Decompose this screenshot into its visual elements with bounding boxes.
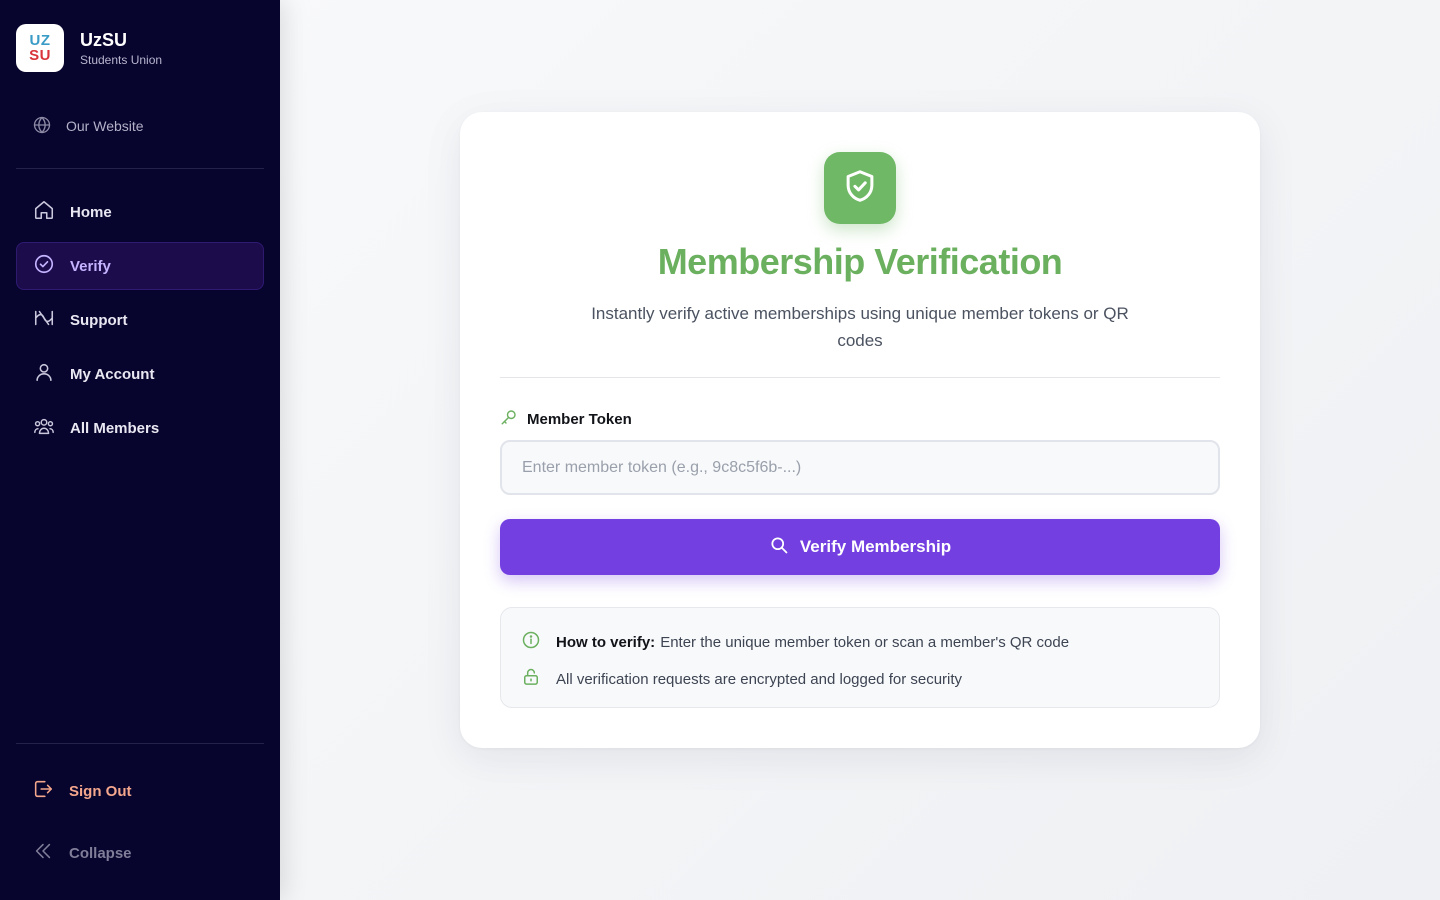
verification-card: Membership Verification Instantly verify… xyxy=(460,112,1260,748)
search-icon xyxy=(769,535,800,560)
sidebar-item-all-members[interactable]: All Members xyxy=(16,404,264,452)
page-subtitle: Instantly verify active memberships usin… xyxy=(591,304,1129,350)
how-to-verify-text: Enter the unique member token or scan a … xyxy=(660,633,1070,651)
sidebar-item-my-account[interactable]: My Account xyxy=(16,350,264,398)
sidebar-item-support[interactable]: Support xyxy=(16,296,264,344)
sidebar-item-label: Support xyxy=(70,311,128,329)
info-icon xyxy=(521,630,556,654)
card-divider xyxy=(500,377,1220,378)
sign-out-button[interactable]: Sign Out xyxy=(16,768,264,814)
sidebar-divider xyxy=(16,743,264,744)
sign-out-label: Sign Out xyxy=(69,782,132,800)
logo-line-1: UZ xyxy=(29,32,51,49)
sidebar-item-label: All Members xyxy=(70,419,160,437)
page-title: Membership Verification xyxy=(657,241,1063,282)
home-icon xyxy=(33,199,70,225)
sidebar-nav: Home Verify Support My Account All Membe… xyxy=(16,188,264,458)
member-token-label-text: Member Token xyxy=(527,410,632,428)
member-token-label: Member Token xyxy=(500,408,632,430)
collapse-label: Collapse xyxy=(69,844,132,862)
security-note-text: All verification requests are encrypted … xyxy=(556,670,963,688)
how-to-verify-row: How to verify: Enter the unique member t… xyxy=(521,630,1069,654)
sidebar-item-label: My Account xyxy=(70,365,155,383)
our-website-label: Our Website xyxy=(66,118,144,134)
sidebar-divider xyxy=(16,168,264,169)
key-icon xyxy=(500,408,527,430)
logo: UZ SU xyxy=(16,24,64,72)
info-box: How to verify: Enter the unique member t… xyxy=(500,607,1220,708)
brand-text: UzSU Students Union xyxy=(80,29,162,68)
users-icon xyxy=(33,415,70,441)
verify-membership-button[interactable]: Verify Membership xyxy=(500,519,1220,575)
lock-icon xyxy=(521,667,556,691)
sign-out-icon xyxy=(32,778,69,804)
sidebar-item-verify[interactable]: Verify xyxy=(16,242,264,290)
verify-membership-label: Verify Membership xyxy=(799,537,952,556)
security-note-row: All verification requests are encrypted … xyxy=(521,667,962,691)
globe-icon xyxy=(32,115,66,138)
our-website-link[interactable]: Our Website xyxy=(16,106,264,146)
sidebar-item-label: Verify xyxy=(70,257,111,275)
collapse-button[interactable]: Collapse xyxy=(16,830,264,876)
shield-check-icon xyxy=(841,167,879,210)
shield-badge xyxy=(824,152,896,224)
member-token-input[interactable] xyxy=(500,440,1220,495)
brand[interactable]: UZ SU UzSU Students Union xyxy=(16,24,162,72)
brand-name: UzSU xyxy=(80,29,128,50)
sidebar: UZ SU UzSU Students Union Our Website Ho… xyxy=(0,0,280,900)
brand-subtitle: Students Union xyxy=(80,52,163,67)
chevrons-left-icon xyxy=(32,840,69,866)
sidebar-item-label: Home xyxy=(70,203,112,221)
how-to-verify-title: How to verify: xyxy=(556,633,656,651)
support-icon xyxy=(33,307,70,333)
sidebar-item-home[interactable]: Home xyxy=(16,188,264,236)
user-icon xyxy=(33,361,70,387)
logo-line-2: SU xyxy=(29,47,51,64)
check-circle-icon xyxy=(33,253,70,279)
